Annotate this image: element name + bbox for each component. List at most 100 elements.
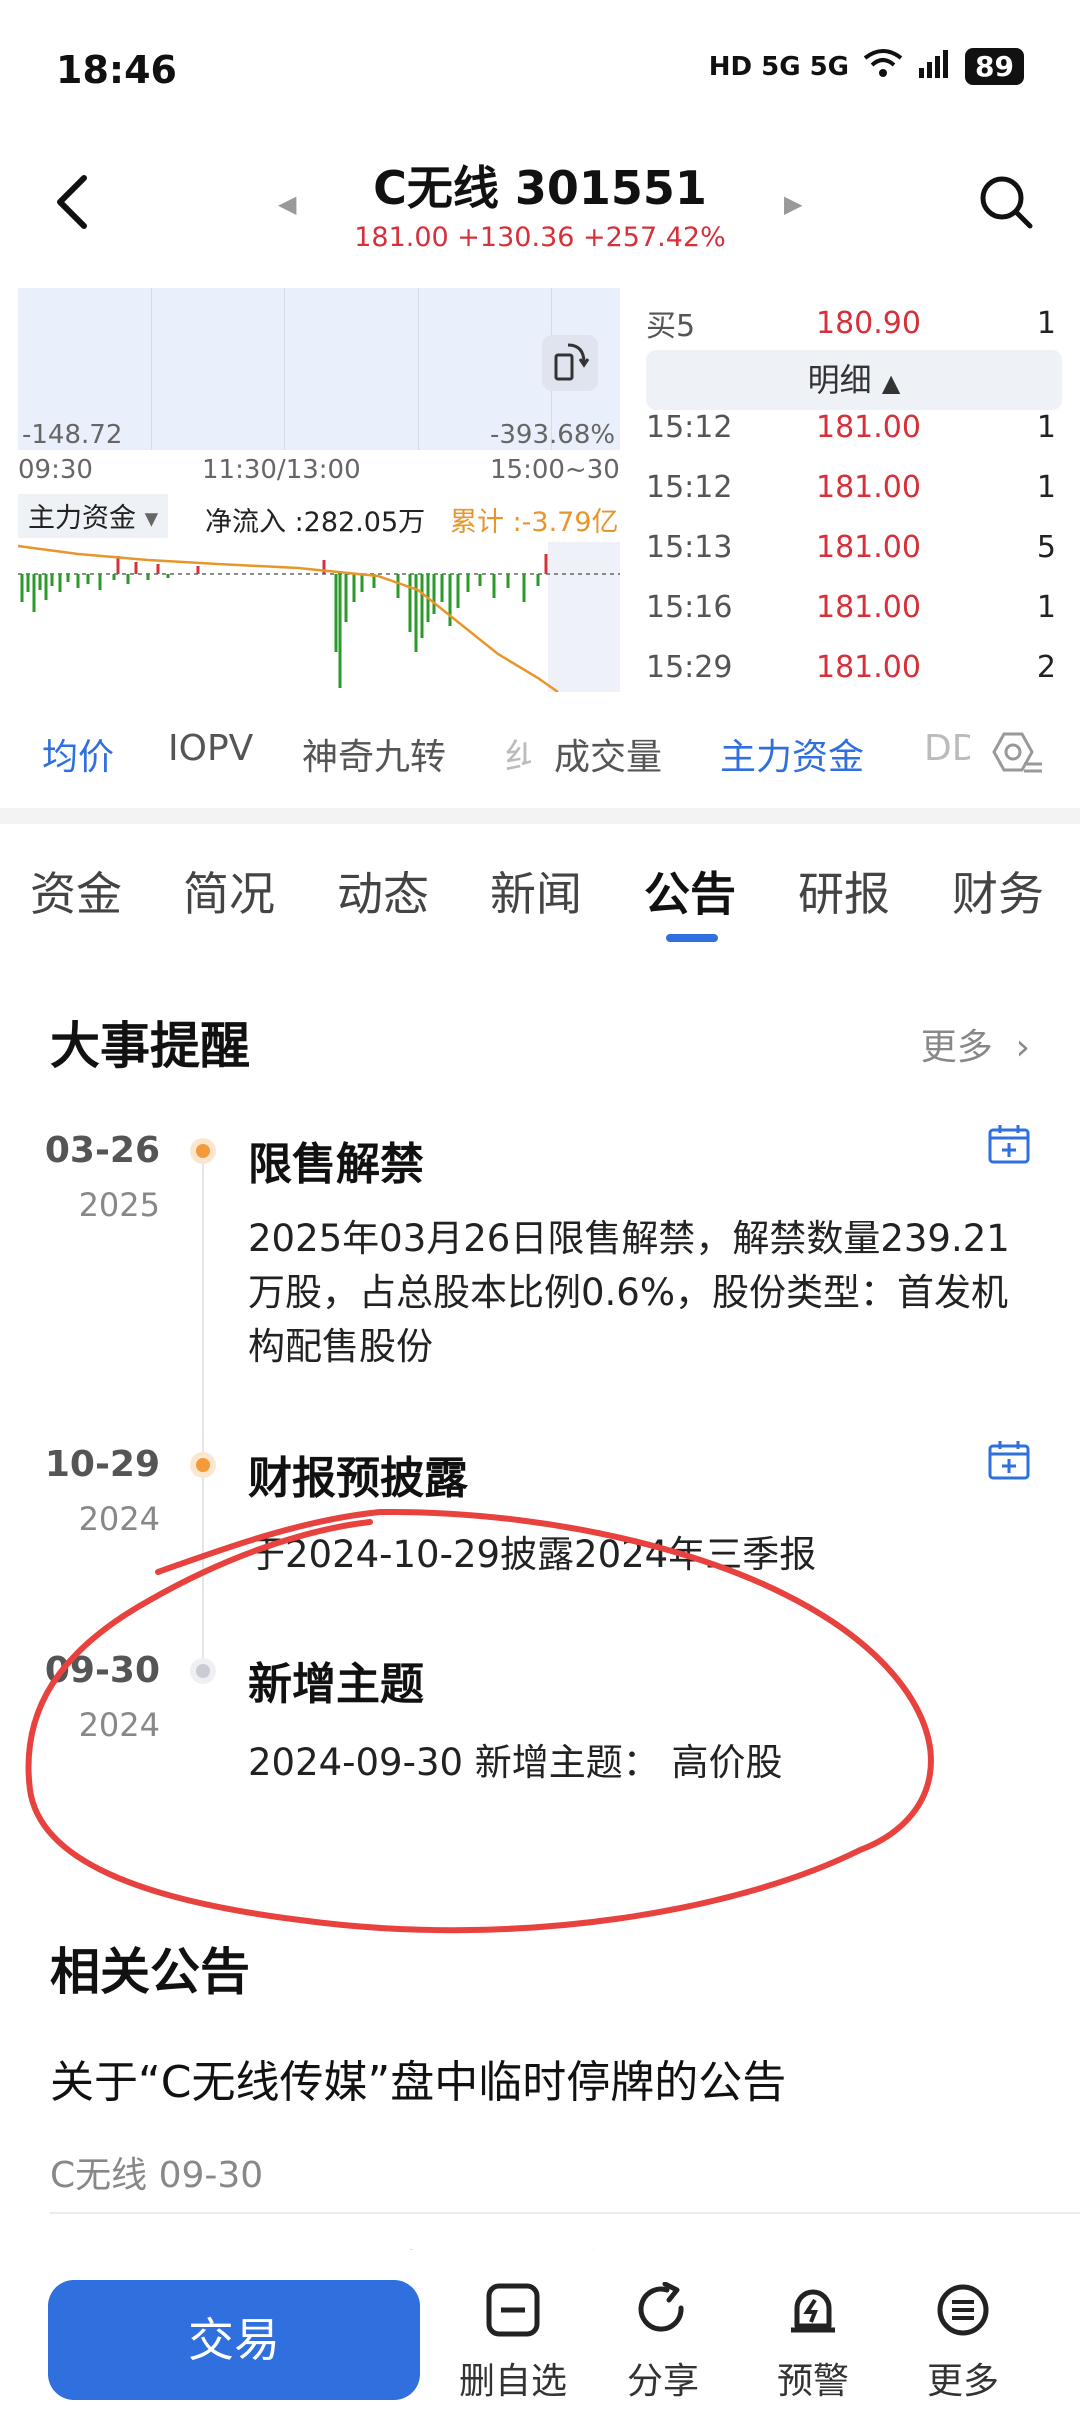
calendar-add-icon <box>988 1441 1030 1480</box>
trade-row: 15:13 181.00 5 <box>646 518 1056 576</box>
indicator-tab-td9[interactable]: 神奇九转 <box>302 728 446 780</box>
indicator-tab-main-flow[interactable]: 主力资金 <box>720 728 864 780</box>
tab-finance[interactable]: 财务 <box>952 858 1044 924</box>
bottom-label: 删自选 <box>458 2361 567 2402</box>
tab-research[interactable]: 研报 <box>798 858 890 924</box>
chart-time-mid: 11:30/13:00 <box>202 455 361 485</box>
trade-volume: 1 <box>1036 589 1056 625</box>
order-book-buy5: 买5 180.90 1 <box>646 294 1056 352</box>
active-tab-indicator <box>666 934 718 942</box>
trade-time: 15:12 <box>646 469 733 505</box>
indicator-tab-iopv[interactable]: IOPV <box>168 728 253 769</box>
buy5-label: 买5 <box>646 309 696 344</box>
list-divider <box>50 2212 1080 2214</box>
status-bar: 18:46 HD 5G 5G 89 <box>0 0 1080 140</box>
trade-price: 181.00 <box>816 529 921 565</box>
alert-button[interactable]: 预警 <box>748 2282 878 2404</box>
wifi-icon <box>863 48 903 85</box>
net-inflow: 净流入 :282.05万 <box>205 507 426 538</box>
cumulative-flow: 累计 :-3.79亿 <box>450 507 619 538</box>
landscape-toggle-button[interactable] <box>542 335 598 391</box>
timeline-dot <box>196 1458 210 1472</box>
indicator-tab-partial[interactable]: 纠 <box>505 728 531 780</box>
trade-volume: 1 <box>1036 469 1056 505</box>
chevron-right-icon: › <box>1004 1027 1030 1068</box>
detail-label: 明细 <box>807 361 872 399</box>
share-button[interactable]: 分享 <box>598 2282 728 2404</box>
buy5-volume: 1 <box>1036 305 1056 341</box>
bottom-label: 预警 <box>776 2361 849 2402</box>
announcement-meta: C无线 09-30 <box>50 2155 264 2196</box>
dropdown-icon: ▾ <box>144 503 159 534</box>
trade-price: 181.00 <box>816 409 921 445</box>
trade-row: 15:29 181.00 2 <box>646 638 1056 696</box>
money-flow-chart[interactable] <box>18 542 620 692</box>
chart-min-value: -148.72 <box>22 420 123 450</box>
trade-time: 15:16 <box>646 589 733 625</box>
minus-square-icon <box>486 2283 540 2337</box>
event-year: 2025 <box>78 1186 160 1224</box>
trade-button[interactable]: 交易 <box>48 2280 420 2400</box>
tab-overview[interactable]: 简况 <box>183 858 275 924</box>
status-icons: HD 5G 5G 89 <box>709 48 1024 85</box>
trade-row: 15:12 181.00 1 <box>646 458 1056 516</box>
flow-indicator-select[interactable]: 主力资金 ▾ <box>18 494 169 538</box>
trade-volume: 2 <box>1036 649 1056 685</box>
stock-title: C无线 301551 <box>373 161 707 215</box>
trade-price: 181.00 <box>816 589 921 625</box>
event-description: 2025年03月26日限售解禁，解禁数量239.21万股，占总股本比例0.6%，… <box>248 1217 1010 1368</box>
announcement-title[interactable]: 关于“C无线传媒”盘中临时停牌的公告 <box>50 2046 786 2110</box>
trade-time: 15:12 <box>646 409 733 445</box>
indicator-tabs: 均价 IOPV 神奇九转 纠 成交量 主力资金 DD <box>0 728 1080 784</box>
signal-icon <box>917 48 951 85</box>
more-label: 更多 <box>920 1027 993 1068</box>
stock-price-change: 181.00 +130.36 +257.42% <box>354 222 726 253</box>
buy5-price: 180.90 <box>816 305 921 341</box>
more-icon <box>937 2284 989 2336</box>
trade-price: 181.00 <box>816 469 921 505</box>
search-icon <box>980 176 1033 229</box>
settings-icon <box>992 732 1042 773</box>
calendar-add-icon <box>988 1125 1030 1164</box>
event-date: 10-29 <box>44 1444 160 1485</box>
trade-volume: 5 <box>1036 529 1056 565</box>
flow-select-label: 主力资金 <box>28 503 136 534</box>
events-title: 大事提醒 <box>50 1017 250 1075</box>
event-date: 03-26 <box>44 1130 160 1171</box>
trade-volume: 1 <box>1036 409 1056 445</box>
tab-news[interactable]: 新闻 <box>490 858 582 924</box>
event-title: 限售解禁 <box>248 1139 424 1190</box>
indicator-tab-dd[interactable]: DD <box>924 728 970 769</box>
remove-watchlist-button[interactable]: 删自选 <box>448 2282 578 2404</box>
timeline-dot <box>196 1144 210 1158</box>
caret-up-icon: ▲ <box>881 369 901 397</box>
more-button[interactable]: 更多 <box>898 2282 1028 2404</box>
battery-level: 89 <box>965 48 1024 85</box>
chart-time-end: 15:00~30 <box>490 455 620 485</box>
chart-min-pct: -393.68% <box>490 420 616 450</box>
trade-price: 181.00 <box>816 649 921 685</box>
network-indicator: HD 5G 5G <box>708 51 850 82</box>
tab-dynamics[interactable]: 动态 <box>337 858 429 924</box>
bottom-label: 更多 <box>926 2361 999 2402</box>
bottom-label: 分享 <box>626 2361 699 2402</box>
chart-time-start: 09:30 <box>18 455 93 485</box>
trade-row: 15:16 181.00 1 <box>646 578 1056 636</box>
indicator-settings-button[interactable] <box>988 726 1044 782</box>
rotate-icon <box>554 343 590 381</box>
add-calendar-button[interactable] <box>988 1124 1030 1164</box>
trade-row: 15:12 181.00 1 <box>646 398 1056 456</box>
indicator-tab-avg[interactable]: 均价 <box>42 728 114 780</box>
share-icon <box>638 2282 684 2332</box>
add-calendar-button[interactable] <box>988 1440 1030 1480</box>
events-more-link[interactable]: 更多 › <box>921 1018 1030 1070</box>
trade-time: 15:29 <box>646 649 733 685</box>
tab-announcements[interactable]: 公告 <box>644 858 736 924</box>
search-button[interactable] <box>978 174 1034 230</box>
indicator-tab-volume[interactable]: 成交量 <box>554 728 662 780</box>
handdrawn-circle-annotation <box>25 1508 934 1934</box>
trade-time: 15:13 <box>646 529 733 565</box>
status-time: 18:46 <box>56 48 177 92</box>
tab-funds[interactable]: 资金 <box>30 858 122 924</box>
announcements-title: 相关公告 <box>50 1943 250 2001</box>
